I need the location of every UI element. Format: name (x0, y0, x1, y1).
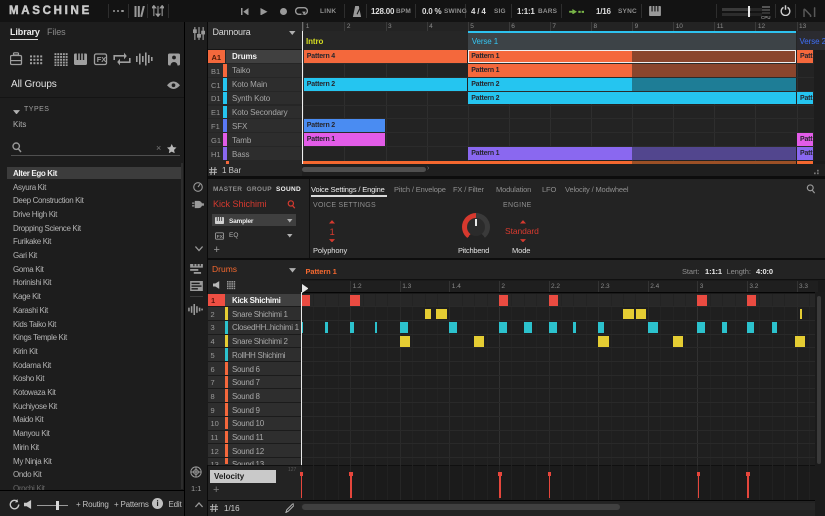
svg-text:FX: FX (217, 234, 224, 240)
svg-text:FX: FX (97, 55, 107, 64)
